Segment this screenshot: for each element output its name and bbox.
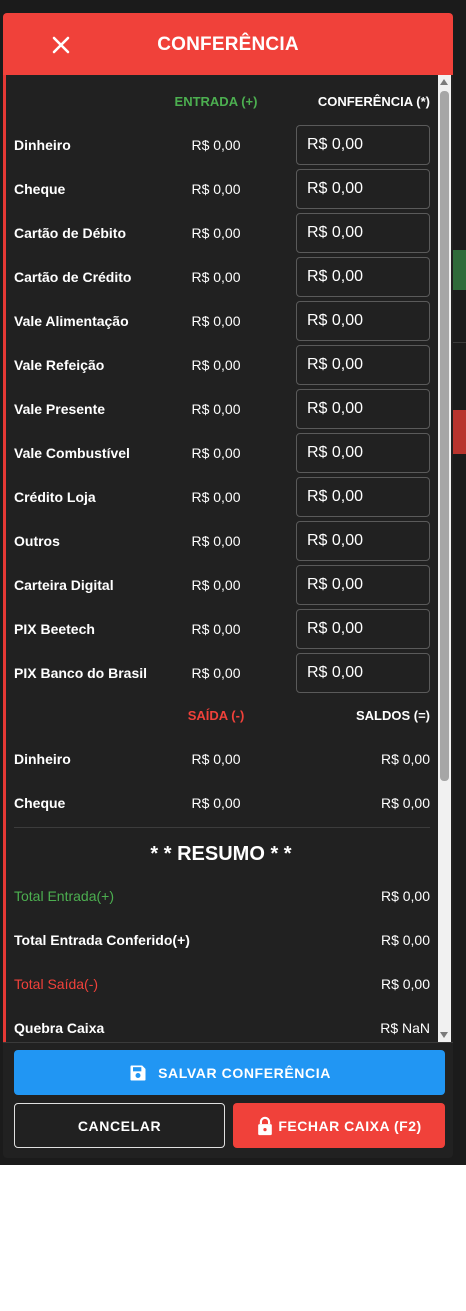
cancel-button-label: CANCELAR: [77, 1117, 162, 1134]
entry-conferencia-input[interactable]: [296, 521, 430, 561]
entry-entrada-value: R$ 0,00: [191, 577, 241, 593]
resumo-row-value: R$ 0,00: [380, 976, 430, 992]
entry-conferencia-input[interactable]: [296, 169, 430, 209]
cancel-button[interactable]: CANCELAR: [14, 1103, 225, 1148]
entry-label: Carteira Digital: [14, 577, 114, 593]
save-button-label: SALVAR CONFERÊNCIA: [158, 1064, 331, 1081]
resumo-row-label: Total Entrada(+): [14, 888, 114, 904]
entry-label: Cheque: [14, 181, 66, 197]
exit-saldo-value: R$ 0,00: [380, 751, 430, 767]
saldos-column-header: SALDOS (=): [355, 708, 430, 723]
exit-saldo-value: R$ 0,00: [380, 795, 430, 811]
resumo-row-label: Total Saída(-): [14, 976, 99, 992]
entry-entrada-value: R$ 0,00: [191, 313, 241, 329]
entry-entrada-value: R$ 0,00: [191, 181, 241, 197]
entry-entrada-value: R$ 0,00: [191, 137, 241, 153]
exit-label: Dinheiro: [14, 751, 71, 767]
resumo-row-value: R$ 0,00: [380, 888, 430, 904]
lock-icon: [258, 1116, 273, 1135]
entry-label: Vale Presente: [14, 401, 106, 417]
dialog-header: CONFERÊNCIA: [3, 13, 453, 75]
entry-entrada-value: R$ 0,00: [191, 357, 241, 373]
entry-conferencia-input[interactable]: [296, 609, 430, 649]
close-cash-button[interactable]: FECHAR CAIXA (F2): [233, 1103, 445, 1148]
content-scrollbar[interactable]: [438, 75, 451, 1042]
entry-conferencia-input[interactable]: [296, 213, 430, 253]
entry-label: Dinheiro: [14, 137, 71, 153]
entry-entrada-value: R$ 0,00: [191, 269, 241, 285]
entry-conferencia-input[interactable]: [296, 125, 430, 165]
section-divider: [14, 827, 430, 828]
dialog-title: CONFERÊNCIA: [157, 34, 299, 55]
entry-label: Outros: [14, 533, 60, 549]
exit-label: Cheque: [14, 795, 66, 811]
entry-conferencia-input[interactable]: [296, 477, 430, 517]
floppy-disk-icon: [130, 1065, 146, 1080]
scroll-down-arrow-icon[interactable]: [440, 1032, 448, 1038]
saida-column-header: SAÍDA (-): [187, 708, 245, 723]
scroll-up-arrow-icon[interactable]: [440, 79, 448, 85]
entry-label: Vale Refeição: [14, 357, 105, 373]
entry-entrada-value: R$ 0,00: [191, 533, 241, 549]
resumo-row-value: R$ 0,00: [380, 932, 430, 948]
footer-divider: [3, 1042, 453, 1043]
entry-label: Vale Alimentação: [14, 313, 129, 329]
close-cash-button-label: FECHAR CAIXA (F2): [278, 1117, 422, 1134]
exit-saida-value: R$ 0,00: [191, 751, 241, 767]
entrada-column-header: ENTRADA (+): [174, 94, 258, 109]
entry-conferencia-input[interactable]: [296, 389, 430, 429]
entry-label: PIX Banco do Brasil: [14, 665, 148, 681]
exit-saida-value: R$ 0,00: [191, 795, 241, 811]
entry-entrada-value: R$ 0,00: [191, 665, 241, 681]
entry-label: Cartão de Crédito: [14, 269, 132, 285]
resumo-title: * * RESUMO * *: [150, 843, 292, 865]
entry-conferencia-input[interactable]: [296, 345, 430, 385]
entry-conferencia-input[interactable]: [296, 301, 430, 341]
conferencia-dialog: CONFERÊNCIA ENTRADA (+) CONFERÊNCIA (*) …: [3, 13, 453, 1158]
entry-conferencia-input[interactable]: [296, 653, 430, 693]
entry-entrada-value: R$ 0,00: [191, 401, 241, 417]
entry-conferencia-input[interactable]: [296, 565, 430, 605]
entry-conferencia-input[interactable]: [296, 433, 430, 473]
scrollbar-thumb[interactable]: [440, 91, 449, 781]
save-conferencia-button[interactable]: SALVAR CONFERÊNCIA: [14, 1050, 445, 1095]
resumo-row-label: Total Entrada Conferido(+): [14, 932, 190, 948]
entry-entrada-value: R$ 0,00: [191, 489, 241, 505]
resumo-row-label: Quebra Caixa: [14, 1020, 105, 1036]
entry-entrada-value: R$ 0,00: [191, 225, 241, 241]
entry-label: Cartão de Débito: [14, 225, 127, 241]
entry-label: Vale Combustível: [14, 445, 130, 461]
entry-conferencia-input[interactable]: [296, 257, 430, 297]
dialog-content[interactable]: ENTRADA (+) CONFERÊNCIA (*) Dinheiro R$ 0…: [3, 75, 453, 1042]
conferencia-column-header: CONFERÊNCIA (*): [317, 94, 430, 109]
entry-label: PIX Beetech: [14, 621, 95, 637]
entry-entrada-value: R$ 0,00: [191, 445, 241, 461]
entry-label: Crédito Loja: [14, 489, 96, 505]
entry-entrada-value: R$ 0,00: [191, 621, 241, 637]
resumo-row-value: R$ NaN: [380, 1020, 430, 1036]
